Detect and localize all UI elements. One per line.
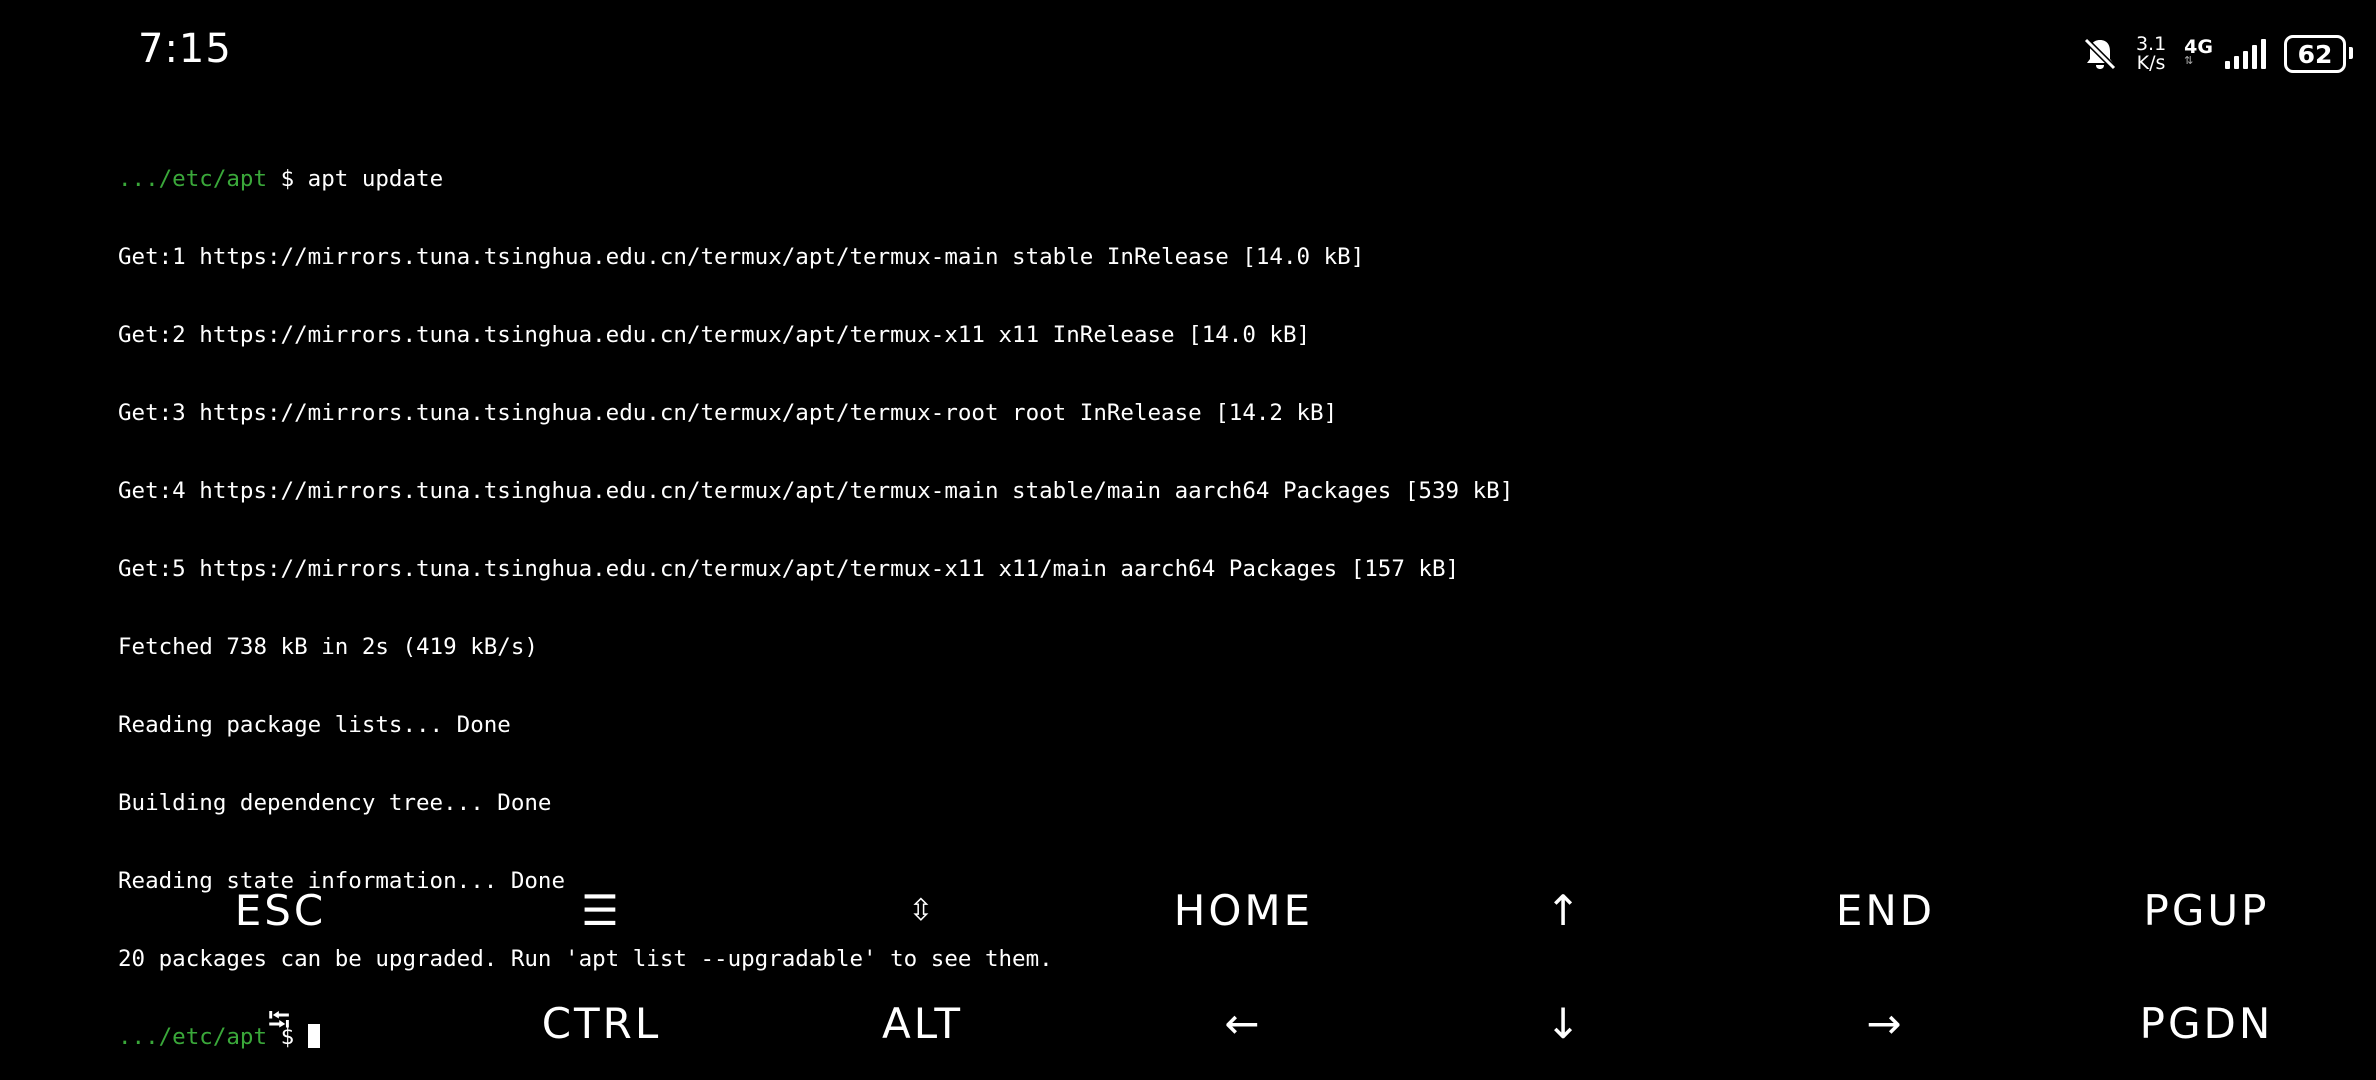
key-alt[interactable]: ALT [762,967,1083,1080]
status-bar: 7:15 3.1 K/s 4G ⇅ 62 [0,0,2376,110]
terminal-output-line: Get:3 https://mirrors.tuna.tsinghua.edu.… [118,400,1338,426]
terminal-output-line: Reading package lists... Done [118,712,511,738]
key-tab-icon[interactable]: ⭾ [120,967,441,1080]
extra-keys-row-1: ESC ☰ ⇳ HOME ↑ END PGUP [0,854,2376,967]
key-menu-icon[interactable]: ☰ [441,854,762,967]
status-icons: 3.1 K/s 4G ⇅ 62 [2080,30,2353,78]
extra-keys-row-2: ⭾ CTRL ALT ← ↓ → PGDN [0,967,2376,1080]
prompt-path: .../etc/apt [118,166,268,192]
terminal-output-line: Get:2 https://mirrors.tuna.tsinghua.edu.… [118,322,1311,348]
key-esc[interactable]: ESC [120,854,441,967]
terminal-output-line: Building dependency tree... Done [118,790,552,816]
network-type-label: 4G [2184,36,2213,58]
terminal-command: apt update [307,166,444,192]
terminal-command-line: .../etc/apt $ apt update [118,166,2318,192]
key-down-arrow-icon[interactable]: ↓ [1404,967,1725,1080]
key-home[interactable]: HOME [1083,854,1404,967]
speed-unit: K/s [2136,52,2166,74]
key-pgdn[interactable]: PGDN [2046,967,2367,1080]
extra-keys-bar: ESC ☰ ⇳ HOME ↑ END PGUP ⭾ CTRL ALT ← ↓ →… [0,854,2376,1080]
terminal-output-line: Get:4 https://mirrors.tuna.tsinghua.edu.… [118,478,1514,504]
key-ctrl[interactable]: CTRL [441,967,762,1080]
key-updown-icon[interactable]: ⇳ [762,854,1083,967]
key-up-arrow-icon[interactable]: ↑ [1404,854,1725,967]
network-type: 4G ⇅ [2184,36,2213,68]
network-speed: 3.1 K/s [2136,35,2166,73]
key-right-arrow-icon[interactable]: → [1725,967,2046,1080]
bell-muted-icon [2080,34,2120,74]
data-arrows-icon: ⇅ [2184,54,2194,67]
terminal-output-line: Fetched 738 kB in 2s (419 kB/s) [118,634,538,660]
battery-icon: 62 [2284,35,2353,73]
prompt-symbol: $ [280,166,295,192]
battery-level: 62 [2297,39,2333,69]
status-time: 7:15 [138,26,232,72]
key-end[interactable]: END [1725,854,2046,967]
key-left-arrow-icon[interactable]: ← [1083,967,1404,1080]
terminal-output-line: Get:5 https://mirrors.tuna.tsinghua.edu.… [118,556,1460,582]
terminal-output-line: Get:1 https://mirrors.tuna.tsinghua.edu.… [118,244,1365,270]
key-pgup[interactable]: PGUP [2046,854,2367,967]
signal-icon [2225,39,2266,69]
